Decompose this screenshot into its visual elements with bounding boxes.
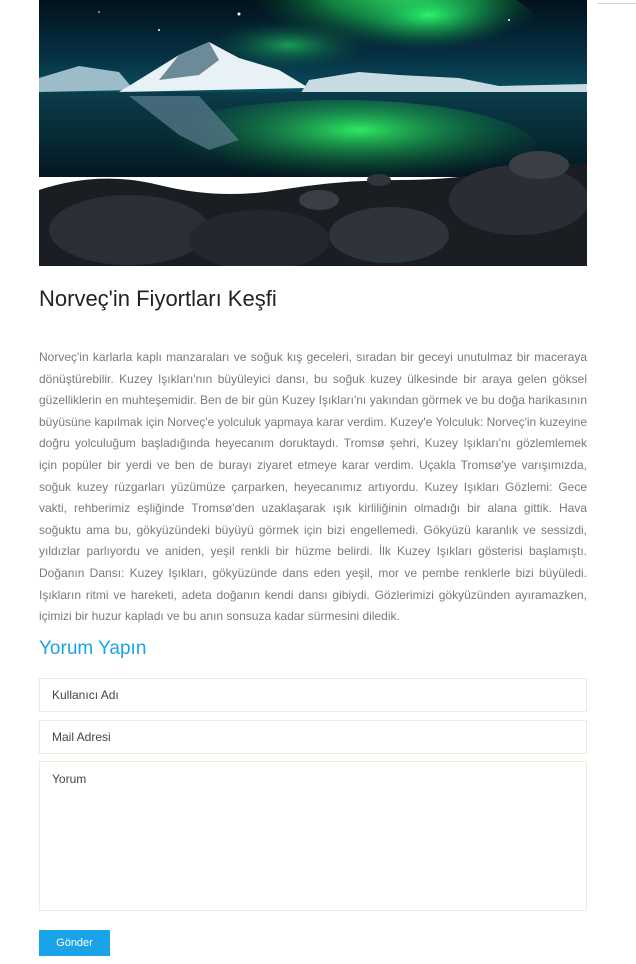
comment-textarea[interactable] — [39, 761, 587, 911]
username-input[interactable] — [39, 678, 587, 712]
email-input[interactable] — [39, 720, 587, 754]
article-body: Norveç'in karlarla kaplı manzaraları ve … — [39, 350, 587, 624]
top-divider — [598, 3, 636, 4]
comment-section-heading: Yorum Yapın — [39, 638, 147, 659]
submit-button[interactable]: Gönder — [39, 930, 110, 956]
hero-image-aurora — [39, 0, 587, 266]
article-title: Norveç'in Fiyortları Keşfi — [39, 286, 277, 311]
